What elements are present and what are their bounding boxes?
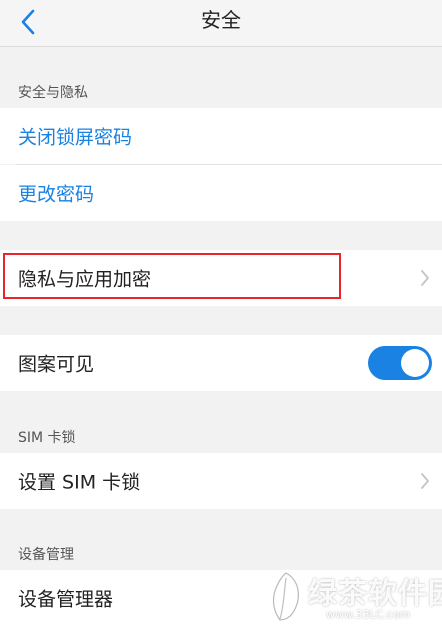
leaf-logo-icon bbox=[272, 572, 299, 621]
pattern-visible-toggle[interactable] bbox=[368, 346, 432, 380]
chevron-right-icon bbox=[421, 473, 429, 489]
toggle-knob bbox=[401, 349, 429, 377]
section-label-security-privacy: 安全与隐私 bbox=[18, 85, 88, 101]
disable-lock-screen-password-item[interactable]: 关闭锁屏密码 bbox=[0, 108, 442, 164]
watermark-name: 绿茶软件园 bbox=[308, 576, 442, 610]
device-manager-label: 设备管理器 bbox=[18, 588, 114, 611]
pattern-visible-label: 图案可见 bbox=[18, 353, 95, 376]
section-label-device-management: 设备管理 bbox=[18, 547, 74, 563]
watermark-url: www.33LC.com bbox=[326, 608, 411, 621]
change-password-item[interactable]: 更改密码 bbox=[0, 165, 442, 221]
chevron-right-icon bbox=[421, 270, 429, 286]
pattern-visible-item: 图案可见 bbox=[0, 335, 442, 391]
set-sim-lock-label: 设置 SIM 卡锁 bbox=[18, 471, 141, 494]
page-title: 安全 bbox=[201, 8, 241, 32]
change-password-label: 更改密码 bbox=[18, 183, 95, 206]
set-sim-lock-item[interactable]: 设置 SIM 卡锁 bbox=[0, 453, 442, 509]
title-bar: 安全 bbox=[0, 0, 442, 47]
section-label-sim-lock: SIM 卡锁 bbox=[18, 430, 76, 446]
disable-lock-screen-password-label: 关闭锁屏密码 bbox=[18, 126, 133, 149]
watermark: 绿茶软件园 www.33LC.com bbox=[266, 568, 442, 624]
highlight-box bbox=[3, 253, 341, 299]
